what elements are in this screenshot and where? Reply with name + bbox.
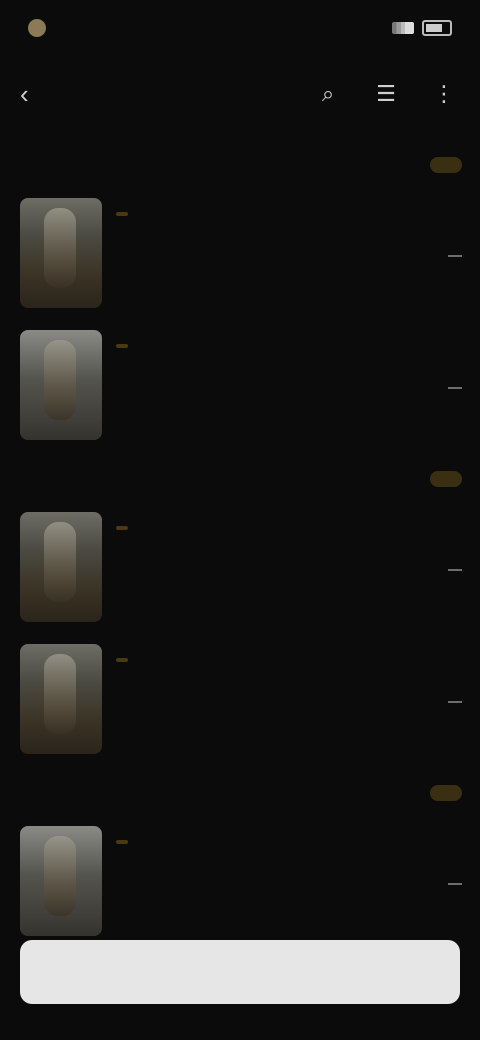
section-pill[interactable] xyxy=(430,471,462,487)
title-row xyxy=(116,840,422,844)
dash-icon xyxy=(448,701,462,703)
thumbnail xyxy=(20,512,102,622)
status-right xyxy=(392,20,452,36)
thumbnail xyxy=(20,644,102,754)
list-item[interactable] xyxy=(0,322,480,454)
thumbnail xyxy=(20,198,102,308)
item-info xyxy=(102,644,422,760)
right-col xyxy=(422,826,462,942)
section-pill[interactable] xyxy=(430,785,462,801)
bottom-action-button[interactable] xyxy=(20,940,460,1004)
right-col xyxy=(422,512,462,628)
app-bar: ‹ ⌕ ☰ ⋮ xyxy=(0,62,480,126)
title-row xyxy=(116,212,422,216)
dash-icon xyxy=(448,387,462,389)
right-col xyxy=(422,330,462,446)
status-dot xyxy=(28,19,46,37)
thumbnail xyxy=(20,330,102,440)
item-info xyxy=(102,198,422,314)
item-badge xyxy=(116,212,128,216)
more-icon[interactable]: ⋮ xyxy=(428,78,460,110)
app-actions: ⌕ ☰ ⋮ xyxy=(312,78,460,110)
section-pill[interactable] xyxy=(430,157,462,173)
battery-icon xyxy=(422,20,452,36)
item-badge xyxy=(116,840,128,844)
filter-icon[interactable]: ☰ xyxy=(370,78,402,110)
list-item[interactable] xyxy=(0,190,480,322)
signal-icon xyxy=(392,22,414,34)
item-badge xyxy=(116,526,128,530)
item-badge xyxy=(116,658,128,662)
item-info xyxy=(102,826,422,942)
section-header xyxy=(0,140,480,190)
right-col xyxy=(422,198,462,314)
title-row xyxy=(116,526,422,530)
dash-icon xyxy=(448,569,462,571)
back-arrow-icon[interactable]: ‹ xyxy=(20,79,54,110)
title-row xyxy=(116,344,422,348)
status-left xyxy=(28,19,56,37)
list-item[interactable] xyxy=(0,636,480,768)
item-info xyxy=(102,330,422,446)
list-item[interactable] xyxy=(0,504,480,636)
thumbnail xyxy=(20,826,102,936)
item-info xyxy=(102,512,422,628)
list-item[interactable] xyxy=(0,818,480,950)
dash-icon xyxy=(448,255,462,257)
item-badge xyxy=(116,344,128,348)
history-list xyxy=(0,140,480,950)
search-icon[interactable]: ⌕ xyxy=(312,78,344,110)
section-header xyxy=(0,768,480,818)
right-col xyxy=(422,644,462,760)
title-row xyxy=(116,658,422,662)
section-header xyxy=(0,454,480,504)
dash-icon xyxy=(448,883,462,885)
status-bar xyxy=(0,0,480,56)
